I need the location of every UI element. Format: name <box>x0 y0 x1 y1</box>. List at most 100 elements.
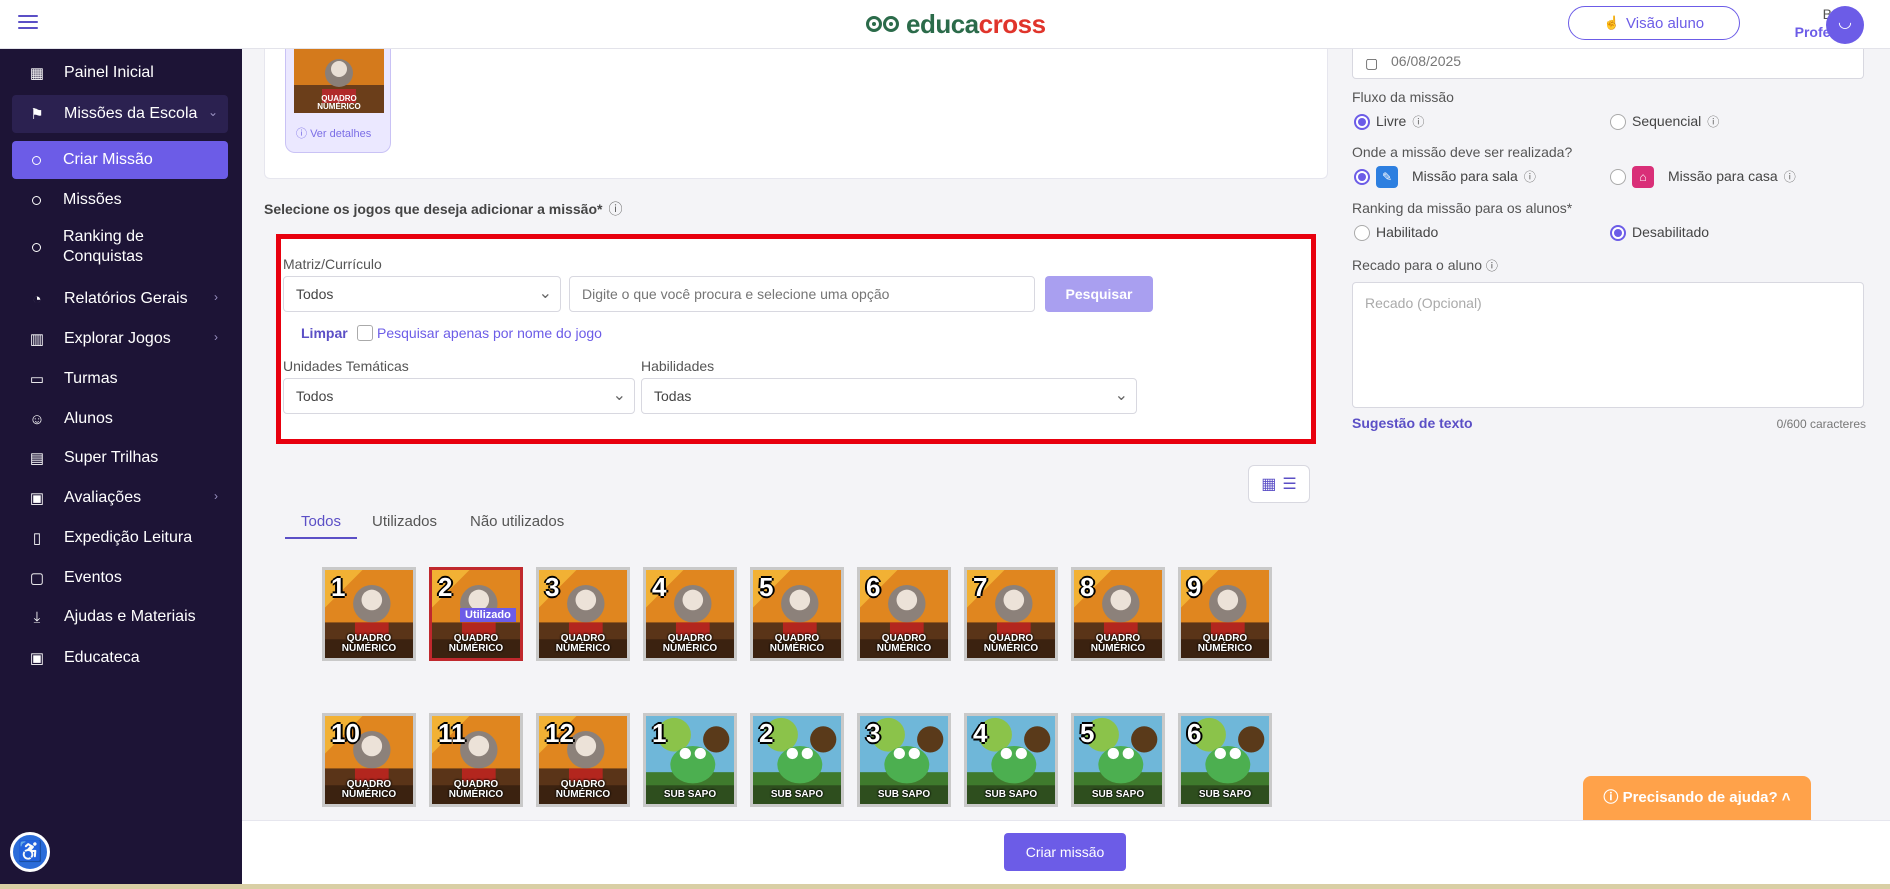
sidebar-item-missoes[interactable]: Missões <box>12 181 228 219</box>
game-title-line1: SUB SAPO <box>1091 789 1145 800</box>
game-card[interactable]: 1 QUADRO NUMÉRICO <box>322 567 416 661</box>
sidebar-item-relatorios[interactable]: ◔ Relatórios Gerais › <box>12 280 228 318</box>
chevron-right-icon: › <box>214 330 218 344</box>
game-card[interactable]: 5 QUADRO NUMÉRICO <box>750 567 844 661</box>
ranking-desabilitado-label[interactable]: Desabilitado <box>1632 224 1709 240</box>
game-thumbnail: QUADRO NUMÉRICO <box>294 49 384 113</box>
pesquisar-button[interactable]: Pesquisar <box>1045 276 1153 312</box>
limpar-button[interactable]: Limpar <box>301 325 348 341</box>
game-title-line2: NUMÉRICO <box>317 102 361 111</box>
sidebar-item-ajudas[interactable]: ⤓ Ajudas e Materiais <box>12 598 228 636</box>
game-number: 2 <box>759 718 774 748</box>
ranking-habilitado-label[interactable]: Habilitado <box>1376 224 1438 240</box>
list-view-icon[interactable]: ☰ <box>1282 474 1296 494</box>
sidebar-item-painel[interactable]: ▦ Painel Inicial <box>12 54 228 92</box>
game-card[interactable]: 11 QUADRO NUMÉRICO <box>429 713 523 807</box>
matriz-select[interactable]: Todos ⌄ <box>283 276 561 312</box>
game-number: 6 <box>1187 718 1202 748</box>
sidebar-item-avaliacoes[interactable]: ▣ Avaliações › <box>12 479 228 517</box>
sidebar-item-super-trilhas[interactable]: ▤ Super Trilhas <box>12 439 228 477</box>
missao-sala-radio[interactable] <box>1354 169 1370 185</box>
game-number: 4 <box>652 572 667 602</box>
bullet-icon <box>32 195 41 205</box>
missao-sala-option[interactable]: Missão para sala ⓘ <box>1412 168 1536 185</box>
game-card[interactable]: 3 SUB SAPO <box>857 713 951 807</box>
chevron-down-icon: ⌄ <box>538 285 552 302</box>
sidebar-item-missoes-escola[interactable]: ⚑ Missões da Escola ⌄ <box>12 95 228 133</box>
visao-aluno-button[interactable]: ☝ Visão aluno <box>1568 6 1740 40</box>
game-card[interactable]: 2 QUADRO NUMÉRICO Utilizado <box>429 567 523 661</box>
game-card[interactable]: 1 SUB SAPO <box>643 713 737 807</box>
fluxo-sequencial-option[interactable]: Sequencial ⓘ <box>1632 113 1719 130</box>
tab-nao-utilizados[interactable]: Não utilizados <box>470 513 564 530</box>
logo[interactable]: educacross <box>866 8 1046 40</box>
game-card[interactable]: 12 QUADRO NUMÉRICO <box>536 713 630 807</box>
sidebar-item-alunos[interactable]: ☺ Alunos <box>12 400 228 438</box>
recado-textarea[interactable]: Recado (Opcional) <box>1352 282 1864 408</box>
game-card[interactable]: 3 QUADRO NUMÉRICO <box>536 567 630 661</box>
help-button[interactable]: ⓘ Precisando de ajuda? ˄ <box>1583 776 1811 822</box>
game-card[interactable]: 9 QUADRO NUMÉRICO <box>1178 567 1272 661</box>
sidebar-item-explorar-jogos[interactable]: ▥ Explorar Jogos › <box>12 320 228 358</box>
sidebar-item-ranking[interactable]: Ranking de Conquistas <box>12 223 228 271</box>
sidebar-item-label: Alunos <box>64 410 113 427</box>
ranking-desabilitado-radio[interactable] <box>1610 225 1626 241</box>
game-card[interactable]: 6 SUB SAPO <box>1178 713 1272 807</box>
tab-todos[interactable]: Todos <box>301 513 341 530</box>
search-input[interactable] <box>569 276 1035 312</box>
habilidades-select[interactable]: Todas ⌄ <box>641 378 1137 414</box>
info-icon[interactable]: ⓘ <box>608 201 622 217</box>
game-card[interactable]: 4 QUADRO NUMÉRICO <box>643 567 737 661</box>
game-number: 11 <box>438 718 466 748</box>
fluxo-livre-option[interactable]: Livre ⓘ <box>1376 113 1424 130</box>
game-card[interactable]: 10 QUADRO NUMÉRICO <box>322 713 416 807</box>
sidebar-item-eventos[interactable]: ▢ Eventos <box>12 559 228 597</box>
game-card[interactable]: 4 SUB SAPO <box>964 713 1058 807</box>
matriz-value: Todos <box>296 286 334 302</box>
date-value: 06/08/2025 <box>1391 53 1462 69</box>
recado-label: Recado para o aluno ⓘ <box>1352 257 1498 274</box>
avatar[interactable]: ◡ <box>1826 6 1864 44</box>
game-card[interactable]: 7 QUADRO NUMÉRICO <box>964 567 1058 661</box>
date-field[interactable]: ▢ 06/08/2025 <box>1352 49 1864 79</box>
char-count: 0/600 caracteres <box>1776 417 1866 431</box>
unidades-select[interactable]: Todos ⌄ <box>283 378 635 414</box>
tab-utilizados[interactable]: Utilizados <box>372 513 437 530</box>
matriz-label: Matriz/Currículo <box>283 256 382 272</box>
game-title: QUADRO NUMÉRICO <box>1181 634 1269 654</box>
grid-view-icon[interactable]: ▦ <box>1261 474 1276 494</box>
school-icon: ✎ <box>1376 166 1398 188</box>
calendar-icon: ▢ <box>1365 55 1379 71</box>
fluxo-livre-radio[interactable] <box>1354 114 1370 130</box>
ranking-label: Ranking da missão para os alunos* <box>1352 200 1573 216</box>
fluxo-sequencial-radio[interactable] <box>1610 114 1626 130</box>
users-icon: ☺ <box>29 410 45 428</box>
missao-casa-option[interactable]: Missão para casa ⓘ <box>1668 168 1796 185</box>
criar-missao-button[interactable]: Criar missão <box>1004 833 1126 871</box>
game-card[interactable]: 5 SUB SAPO <box>1071 713 1165 807</box>
sidebar-item-educateca[interactable]: ▣ Educateca <box>12 639 228 677</box>
game-title-line2: NUMÉRICO <box>448 643 504 654</box>
selected-game-card[interactable]: QUADRO NUMÉRICO ⓘ Ver detalhes <box>285 49 391 153</box>
ver-detalhes-link[interactable]: ⓘ Ver detalhes <box>296 125 371 141</box>
help-icon: ⓘ <box>1603 789 1623 806</box>
game-number: 6 <box>866 572 881 602</box>
sidebar-item-label: Educateca <box>64 649 140 666</box>
ranking-habilitado-radio[interactable] <box>1354 225 1370 241</box>
game-card[interactable]: 8 QUADRO NUMÉRICO <box>1071 567 1165 661</box>
sidebar-item-expedicao-leitura[interactable]: ▯ Expedição Leitura <box>12 519 228 557</box>
game-title-line2: NUMÉRICO <box>448 789 504 800</box>
sidebar-item-label: Ranking de Conquistas <box>63 228 144 265</box>
sugestao-texto-link[interactable]: Sugestão de texto <box>1352 415 1473 431</box>
sidebar-item-turmas[interactable]: ▭ Turmas <box>12 360 228 398</box>
nome-jogo-checkbox-label[interactable]: Pesquisar apenas por nome do jogo <box>377 325 602 341</box>
nome-jogo-checkbox[interactable] <box>357 325 373 341</box>
game-card[interactable]: 2 SUB SAPO <box>750 713 844 807</box>
accessibility-icon[interactable]: ♿ <box>10 832 50 872</box>
sidebar-item-criar-missao[interactable]: Criar Missão <box>12 141 228 179</box>
menu-icon[interactable] <box>18 15 38 31</box>
missao-casa-radio[interactable] <box>1610 169 1626 185</box>
game-title-line2: NUMÉRICO <box>341 643 397 654</box>
game-card[interactable]: 6 QUADRO NUMÉRICO <box>857 567 951 661</box>
game-title-line2: NUMÉRICO <box>341 789 397 800</box>
